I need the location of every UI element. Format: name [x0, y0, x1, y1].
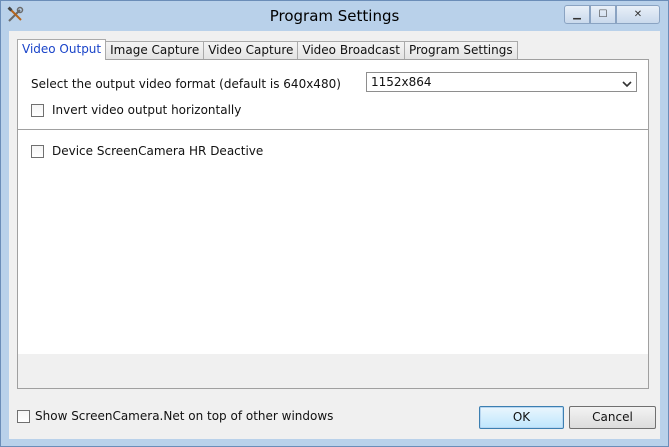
always-on-top-checkbox[interactable]: [17, 410, 30, 423]
chevron-down-icon: [622, 76, 632, 88]
output-format-select[interactable]: 1152x864: [366, 72, 637, 92]
tab-program-settings[interactable]: Program Settings: [403, 41, 518, 60]
tab-video-broadcast[interactable]: Video Broadcast: [297, 41, 405, 60]
invert-video-checkbox[interactable]: [31, 104, 44, 117]
maximize-icon: ☐: [598, 8, 608, 20]
divider: [18, 129, 648, 130]
close-button[interactable]: ✕: [616, 5, 660, 24]
device-deactive-label: Device ScreenCamera HR Deactive: [52, 144, 264, 158]
output-format-value: 1152x864: [371, 75, 432, 89]
tab-image-capture[interactable]: Image Capture: [105, 41, 205, 60]
minimize-icon: ▁: [573, 8, 581, 20]
ok-button[interactable]: OK: [479, 406, 564, 429]
tab-video-output[interactable]: Video Output: [17, 39, 107, 60]
title-bar[interactable]: Program Settings ▁ ☐ ✕: [1, 1, 668, 31]
minimize-button[interactable]: ▁: [564, 5, 590, 24]
video-output-panel: Select the output video format (default …: [17, 59, 649, 389]
maximize-button[interactable]: ☐: [590, 5, 616, 24]
panel-footer-strip: [18, 354, 648, 388]
dialog-client-area: Video Output Image Capture Video Capture…: [9, 31, 660, 439]
caption-buttons: ▁ ☐ ✕: [564, 5, 660, 25]
always-on-top-label: Show ScreenCamera.Net on top of other wi…: [35, 409, 334, 423]
tab-strip: Video Output Image Capture Video Capture…: [17, 39, 518, 60]
close-icon: ✕: [633, 8, 643, 20]
device-deactive-checkbox[interactable]: [31, 145, 44, 158]
output-format-label: Select the output video format (default …: [31, 77, 341, 91]
invert-video-label: Invert video output horizontally: [52, 103, 242, 117]
cancel-button[interactable]: Cancel: [569, 406, 656, 429]
tab-video-capture[interactable]: Video Capture: [203, 41, 299, 60]
program-settings-window: Program Settings ▁ ☐ ✕ Video Output Imag…: [0, 0, 669, 447]
